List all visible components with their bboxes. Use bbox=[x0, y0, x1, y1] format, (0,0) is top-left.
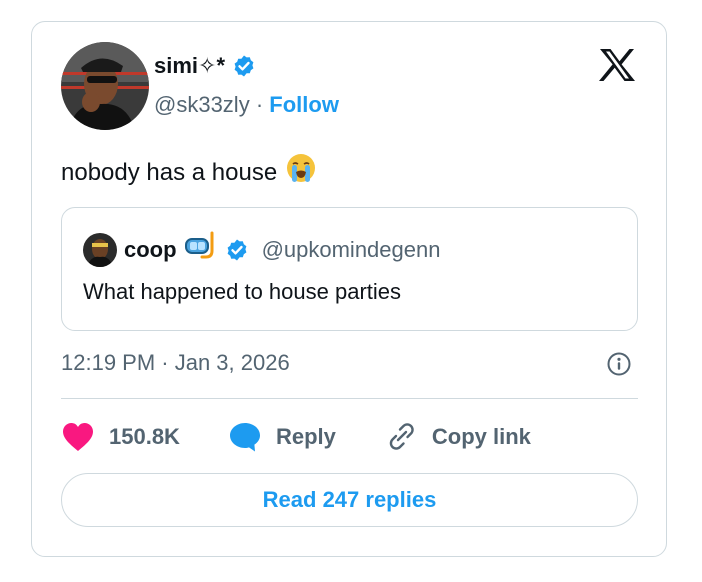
copy-link-button[interactable]: Copy link bbox=[384, 421, 531, 453]
quoted-name: coop bbox=[124, 237, 177, 262]
crying-face-emoji bbox=[285, 152, 317, 194]
quoted-avatar bbox=[83, 233, 117, 267]
like-button[interactable]: 150.8K bbox=[61, 422, 180, 452]
link-icon bbox=[384, 421, 418, 453]
tweet-body: nobody has a house bbox=[61, 159, 278, 186]
quoted-tweet[interactable]: coop @upkomindegenn What happened to hou… bbox=[61, 207, 638, 331]
diving-mask-emoji bbox=[184, 231, 218, 269]
reply-bubble-icon bbox=[228, 421, 262, 453]
author-handle[interactable]: @sk33zly bbox=[154, 92, 250, 117]
reply-button[interactable]: Reply bbox=[228, 421, 336, 453]
author-name-row: simi✧* bbox=[154, 52, 256, 80]
author-name[interactable]: simi✧* bbox=[154, 52, 225, 80]
handle-separator: · bbox=[255, 92, 264, 117]
reply-label: Reply bbox=[275, 424, 336, 449]
like-count: 150.8K bbox=[109, 424, 180, 449]
divider bbox=[61, 398, 638, 399]
tweet-embed-card: simi✧* @sk33zly · Follow nobody has a ho… bbox=[31, 21, 667, 557]
follow-button[interactable]: Follow bbox=[269, 92, 339, 117]
author-avatar[interactable] bbox=[61, 42, 149, 130]
tweet-text: nobody has a house 😭 bbox=[61, 152, 317, 194]
copy-link-label: Copy link bbox=[431, 424, 531, 449]
author-handle-row: @sk33zly · Follow bbox=[154, 91, 339, 119]
verified-badge-icon bbox=[232, 54, 256, 78]
quoted-handle: @upkomindegenn bbox=[261, 237, 441, 262]
quoted-text: What happened to house parties bbox=[83, 279, 402, 304]
info-icon[interactable] bbox=[606, 351, 632, 377]
action-bar: 150.8K Reply Copy link bbox=[61, 420, 579, 454]
heart-icon bbox=[61, 422, 95, 452]
tweet-timestamp[interactable]: 12:19 PM · Jan 3, 2026 bbox=[61, 348, 290, 378]
x-logo-icon[interactable] bbox=[597, 47, 637, 83]
quoted-header: coop @upkomindegenn bbox=[83, 231, 440, 269]
read-replies-button[interactable]: Read 247 replies bbox=[61, 473, 638, 527]
quoted-verified-badge-icon bbox=[225, 238, 249, 262]
